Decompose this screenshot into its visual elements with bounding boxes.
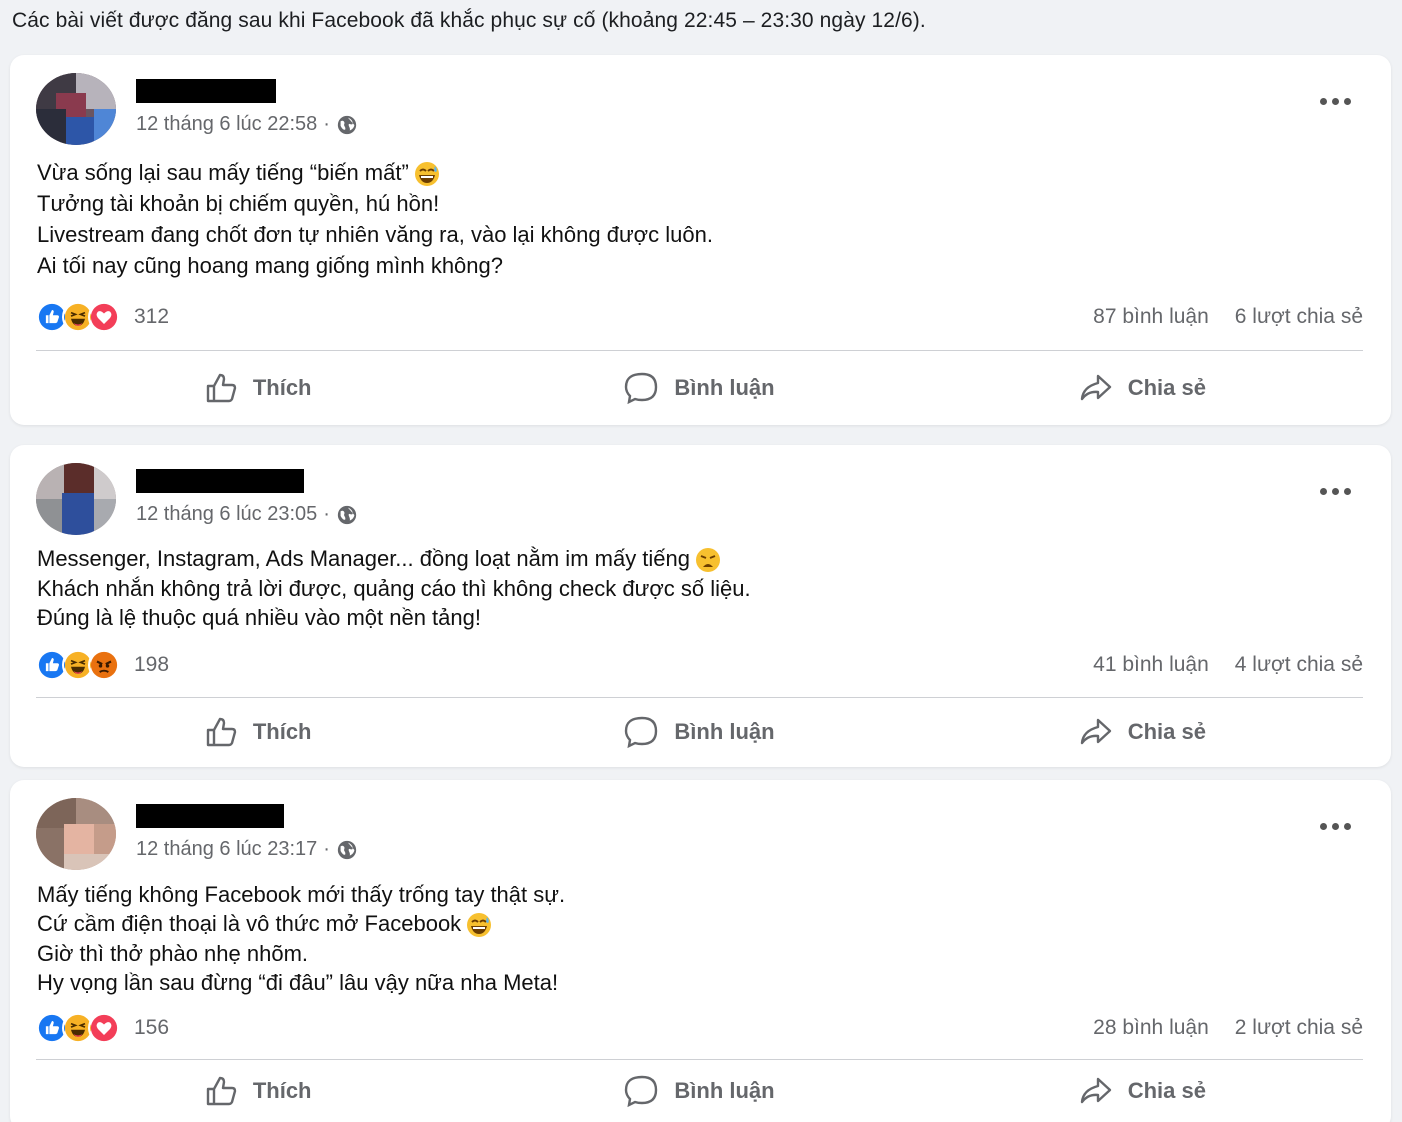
reaction-summary[interactable]: 312 [36,301,169,333]
reaction-count: 198 [134,653,170,676]
divider [36,697,1363,698]
post-line: Cứ cầm điện thoại là vô thức mở Facebook [37,911,462,936]
author-name-redacted[interactable] [136,79,276,103]
share-arrow-icon [1080,1077,1111,1104]
reaction-summary[interactable]: 198 [36,649,169,681]
meta-separator: · [323,503,330,525]
comment-bubble-icon [625,1075,658,1108]
post-actions: Thích Bình luận Chia sẻ [36,705,1363,759]
share-arrow-icon [1080,374,1111,401]
thumbs-up-icon [206,373,237,403]
post-stats: 156 28 bình luận 2 lượt chia sẻ [36,1012,1363,1044]
post-body: Mấy tiếng không Facebook mới thấy trống … [37,880,565,997]
tired-face-emoji-icon [696,548,721,573]
post-timestamp[interactable]: 12 tháng 6 lúc 23:05 [136,503,317,526]
comment-bubble-icon [625,372,658,405]
like-button[interactable]: Thích [36,361,478,415]
like-button[interactable]: Thích [36,1064,478,1118]
post-line: Vừa sống lại sau mấy tiếng “biến mất” [37,160,409,185]
thumbs-up-icon [206,1076,237,1106]
avatar[interactable] [36,798,116,870]
post-line: Đúng là lệ thuộc quá nhiều vào một nền t… [37,605,481,631]
post-line: Hy vọng lần sau đừng “đi đâu” lâu vậy nữ… [37,970,559,996]
like-button[interactable]: Thích [36,705,478,759]
globe-icon [337,505,357,524]
share-label: Chia sẻ [1127,375,1206,400]
more-options-button[interactable] [1320,98,1351,105]
meta-separator: · [323,113,330,135]
avatar[interactable] [36,73,116,145]
post-meta: 12 tháng 6 lúc 23:05 · [136,503,358,526]
comment-label: Bình luận [674,375,775,400]
share-label: Chia sẻ [1127,719,1206,744]
like-label: Thích [252,375,312,400]
more-options-button[interactable] [1320,488,1351,495]
comment-count-link[interactable]: 28 bình luận [1093,1016,1209,1040]
thumbs-up-icon [206,717,237,747]
author-name-redacted[interactable] [136,469,304,493]
laughing-sweat-emoji-icon [414,162,439,187]
more-options-button[interactable] [1320,823,1351,830]
laughing-sweat-emoji-icon [467,913,492,938]
angry-reaction-icon [88,649,120,681]
share-count-link[interactable]: 4 lượt chia sẻ [1235,653,1363,677]
reaction-summary[interactable]: 156 [36,1012,169,1044]
reaction-count: 156 [134,1016,170,1039]
comment-button[interactable]: Bình luận [478,705,920,759]
love-reaction-icon [88,301,120,333]
share-arrow-icon [1080,718,1111,745]
post-actions: Thích Bình luận Chia sẻ [36,361,1363,415]
post-line: Ai tối nay cũng hoang mang giống mình kh… [37,253,503,279]
comment-button[interactable]: Bình luận [478,1064,920,1118]
comment-button[interactable]: Bình luận [478,361,920,415]
post-body: Vừa sống lại sau mấy tiếng “biến mất” Tư… [37,157,713,281]
post-line: Giờ thì thở phào nhẹ nhõm. [37,941,309,967]
meta-separator: · [323,838,330,860]
post-card: 12 tháng 6 lúc 23:05 · Messenger, Instag… [10,445,1391,767]
comment-count-link[interactable]: 41 bình luận [1093,653,1209,677]
comment-label: Bình luận [674,1078,775,1103]
post-line: Khách nhắn không trả lời được, quảng cáo… [37,576,751,602]
post-line: Livestream đang chốt đơn tự nhiên văng r… [37,222,713,248]
post-line: Messenger, Instagram, Ads Manager... đồn… [37,546,691,571]
author-name-redacted[interactable] [136,804,284,828]
love-reaction-icon [88,1012,120,1044]
divider [36,350,1363,351]
post-meta: 12 tháng 6 lúc 23:17 · [136,838,358,861]
image-caption: Các bài viết được đăng sau khi Facebook … [12,9,926,32]
avatar[interactable] [36,463,116,535]
like-label: Thích [252,1078,312,1103]
post-stats: 198 41 bình luận 4 lượt chia sẻ [36,649,1363,681]
post-card: 12 tháng 6 lúc 23:17 · Mấy tiếng không F… [10,780,1391,1122]
post-body: Messenger, Instagram, Ads Manager... đồn… [37,544,751,632]
reaction-count: 312 [134,305,170,328]
comment-label: Bình luận [674,719,775,744]
share-label: Chia sẻ [1127,1078,1206,1103]
post-stats: 312 87 bình luận 6 lượt chia sẻ [36,301,1363,333]
post-card: 12 tháng 6 lúc 22:58 · Vừa sống lại sau … [10,55,1391,425]
globe-icon [337,840,357,859]
share-button[interactable]: Chia sẻ [921,1064,1363,1118]
post-line: Tưởng tài khoản bị chiếm quyền, hú hồn! [37,191,440,217]
comment-bubble-icon [625,716,658,749]
share-button[interactable]: Chia sẻ [921,705,1363,759]
comment-count-link[interactable]: 87 bình luận [1093,305,1209,329]
share-count-link[interactable]: 6 lượt chia sẻ [1235,305,1363,329]
post-line: Mấy tiếng không Facebook mới thấy trống … [37,882,566,907]
post-meta: 12 tháng 6 lúc 22:58 · [136,113,358,136]
like-label: Thích [252,719,312,744]
share-button[interactable]: Chia sẻ [921,361,1363,415]
post-timestamp[interactable]: 12 tháng 6 lúc 22:58 [136,113,317,136]
share-count-link[interactable]: 2 lượt chia sẻ [1235,1016,1363,1040]
globe-icon [337,115,357,134]
divider [36,1059,1363,1060]
post-timestamp[interactable]: 12 tháng 6 lúc 23:17 [136,838,317,861]
post-actions: Thích Bình luận Chia sẻ [36,1064,1363,1118]
